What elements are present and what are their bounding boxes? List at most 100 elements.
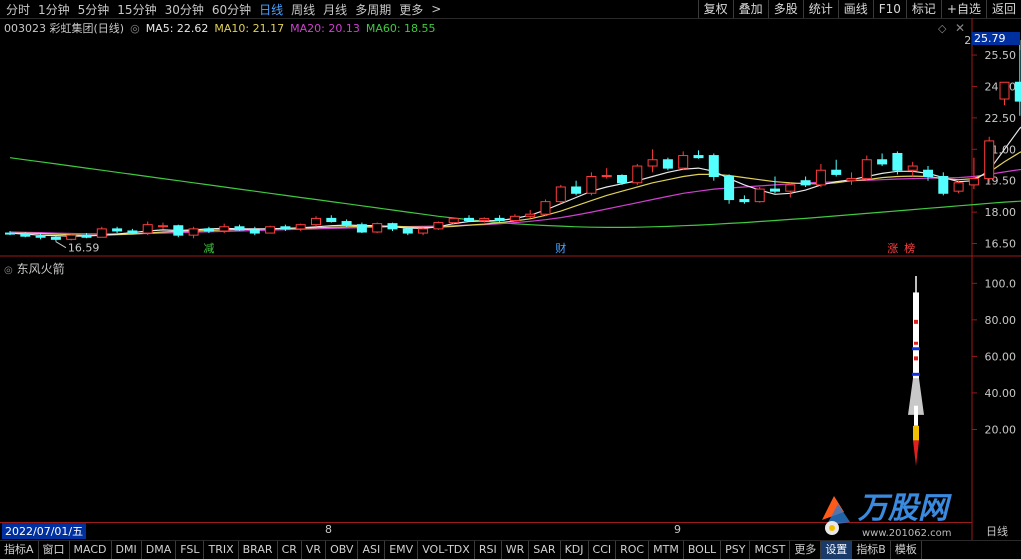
event-marker: 财 xyxy=(555,241,566,255)
event-marker: 减 xyxy=(203,242,214,255)
candle xyxy=(999,81,1010,106)
candle-body xyxy=(953,182,964,192)
indicator-tab-7[interactable]: BRAR xyxy=(239,541,278,559)
indicator-name[interactable]: 东风火箭 xyxy=(17,262,65,276)
candle-body xyxy=(693,155,704,159)
candle xyxy=(464,215,474,222)
sub-tick-label: 20.00 xyxy=(985,423,1017,436)
candle-body xyxy=(647,159,658,167)
tab-1[interactable]: 1分钟 xyxy=(34,1,74,18)
candle xyxy=(509,214,520,222)
indicator-tab-23[interactable]: MCST xyxy=(750,541,791,559)
period-label: 日线 xyxy=(986,525,1008,538)
toolbar-button-2[interactable]: 多股 xyxy=(767,0,803,18)
indicator-tab-22[interactable]: PSY xyxy=(721,541,751,559)
tab-7[interactable]: 周线 xyxy=(287,1,319,18)
toolbar-button-7[interactable]: +自选 xyxy=(940,0,986,18)
watermark-text: 万股网 xyxy=(857,491,952,526)
rocket-window xyxy=(914,341,918,345)
indicator-tab-11[interactable]: ASI xyxy=(358,541,386,559)
candle-body xyxy=(815,169,826,186)
candle xyxy=(96,226,107,238)
sub-tick-label: 100.0 xyxy=(985,277,1017,290)
event-marker: 榜 xyxy=(904,241,915,255)
indicator-tab-25[interactable]: 设置 xyxy=(821,541,853,559)
indicator-tab-3[interactable]: DMI xyxy=(112,541,142,559)
candle-body xyxy=(739,199,750,203)
tab-0[interactable]: 分时 xyxy=(2,1,34,18)
indicator-tab-8[interactable]: CR xyxy=(278,541,302,559)
candle xyxy=(831,159,842,177)
candle xyxy=(586,172,597,196)
rocket-band xyxy=(912,372,920,376)
candle-body xyxy=(188,228,199,236)
candle-body xyxy=(509,215,520,221)
candle xyxy=(708,153,719,181)
indicator-tab-0[interactable]: 指标A xyxy=(0,541,39,559)
tab-9[interactable]: 多周期 xyxy=(351,1,395,18)
candle xyxy=(861,155,872,181)
candle-body xyxy=(50,236,61,240)
candle xyxy=(968,157,979,190)
tab-3[interactable]: 15分钟 xyxy=(113,1,160,18)
candle-body xyxy=(127,230,138,234)
indicator-tab-15[interactable]: WR xyxy=(502,541,530,559)
candle xyxy=(66,234,77,241)
toolbar-button-4[interactable]: 画线 xyxy=(837,0,873,18)
indicator-tab-18[interactable]: CCI xyxy=(589,541,617,559)
candle xyxy=(678,151,689,171)
candle xyxy=(632,163,643,185)
rocket-window xyxy=(914,319,918,324)
indicator-tab-26[interactable]: 指标B xyxy=(852,541,891,559)
price-tick-label: 22.50 xyxy=(985,112,1017,125)
indicator-tab-4[interactable]: DMA xyxy=(142,541,177,559)
tab-6[interactable]: 日线 xyxy=(255,1,287,18)
indicator-tab-14[interactable]: RSI xyxy=(475,541,502,559)
toolbar-button-8[interactable]: 返回 xyxy=(985,0,1021,18)
tab-10[interactable]: 更多 xyxy=(395,1,427,18)
indicator-tab-1[interactable]: 窗口 xyxy=(39,541,70,559)
indicator-tab-17[interactable]: KDJ xyxy=(561,541,589,559)
tab-8[interactable]: 月线 xyxy=(319,1,351,18)
indicator-tab-13[interactable]: VOL-TDX xyxy=(418,541,475,559)
current-price-tag: 25.79 xyxy=(972,32,1020,45)
candle-body xyxy=(617,174,627,184)
candle-body xyxy=(632,165,643,184)
more-arrow-icon[interactable]: > xyxy=(427,2,445,16)
tab-2[interactable]: 5分钟 xyxy=(74,1,114,18)
date-label-aug: 8 xyxy=(325,523,332,536)
indicator-tab-5[interactable]: FSL xyxy=(176,541,205,559)
candlestick-chart[interactable]: 25.5024.0022.5021.0019.5018.0016.5026.22… xyxy=(0,18,1021,540)
tab-4[interactable]: 30分钟 xyxy=(161,1,208,18)
indicator-tab-6[interactable]: TRIX xyxy=(204,541,239,559)
toolbar-button-1[interactable]: 叠加 xyxy=(732,0,768,18)
toolbar-button-0[interactable]: 复权 xyxy=(697,0,733,18)
indicator-tab-21[interactable]: BOLL xyxy=(684,541,722,559)
candle xyxy=(356,222,367,234)
toolbar-button-3[interactable]: 统计 xyxy=(802,0,838,18)
candle xyxy=(877,153,888,167)
settings-icon[interactable]: ◎ xyxy=(4,265,13,276)
indicator-tab-20[interactable]: MTM xyxy=(649,541,684,559)
candle-body xyxy=(35,235,46,238)
candle xyxy=(326,215,337,223)
right-buttons: 复权 叠加 多股 统计 画线 F10 标记 +自选 返回 xyxy=(697,0,1021,18)
indicator-tab-10[interactable]: OBV xyxy=(326,541,359,559)
candle-body xyxy=(448,217,459,224)
indicator-tab-9[interactable]: VR xyxy=(302,541,327,559)
indicator-tab-19[interactable]: ROC xyxy=(616,541,650,559)
candle xyxy=(234,224,245,231)
candle-body xyxy=(96,228,107,238)
indicator-tab-12[interactable]: EMV xyxy=(385,541,419,559)
rocket-flame xyxy=(913,425,919,441)
candle-body xyxy=(999,81,1010,100)
indicator-tab-16[interactable]: SAR xyxy=(529,541,561,559)
toolbar-button-5[interactable]: F10 xyxy=(872,0,906,18)
candle xyxy=(846,172,857,185)
indicator-tab-24[interactable]: 更多 xyxy=(790,541,822,559)
indicator-tab-2[interactable]: MACD xyxy=(70,541,112,559)
indicator-tab-27[interactable]: 模板 xyxy=(891,541,922,559)
toolbar-button-6[interactable]: 标记 xyxy=(905,0,941,18)
candle xyxy=(387,222,398,231)
tab-5[interactable]: 60分钟 xyxy=(208,1,255,18)
